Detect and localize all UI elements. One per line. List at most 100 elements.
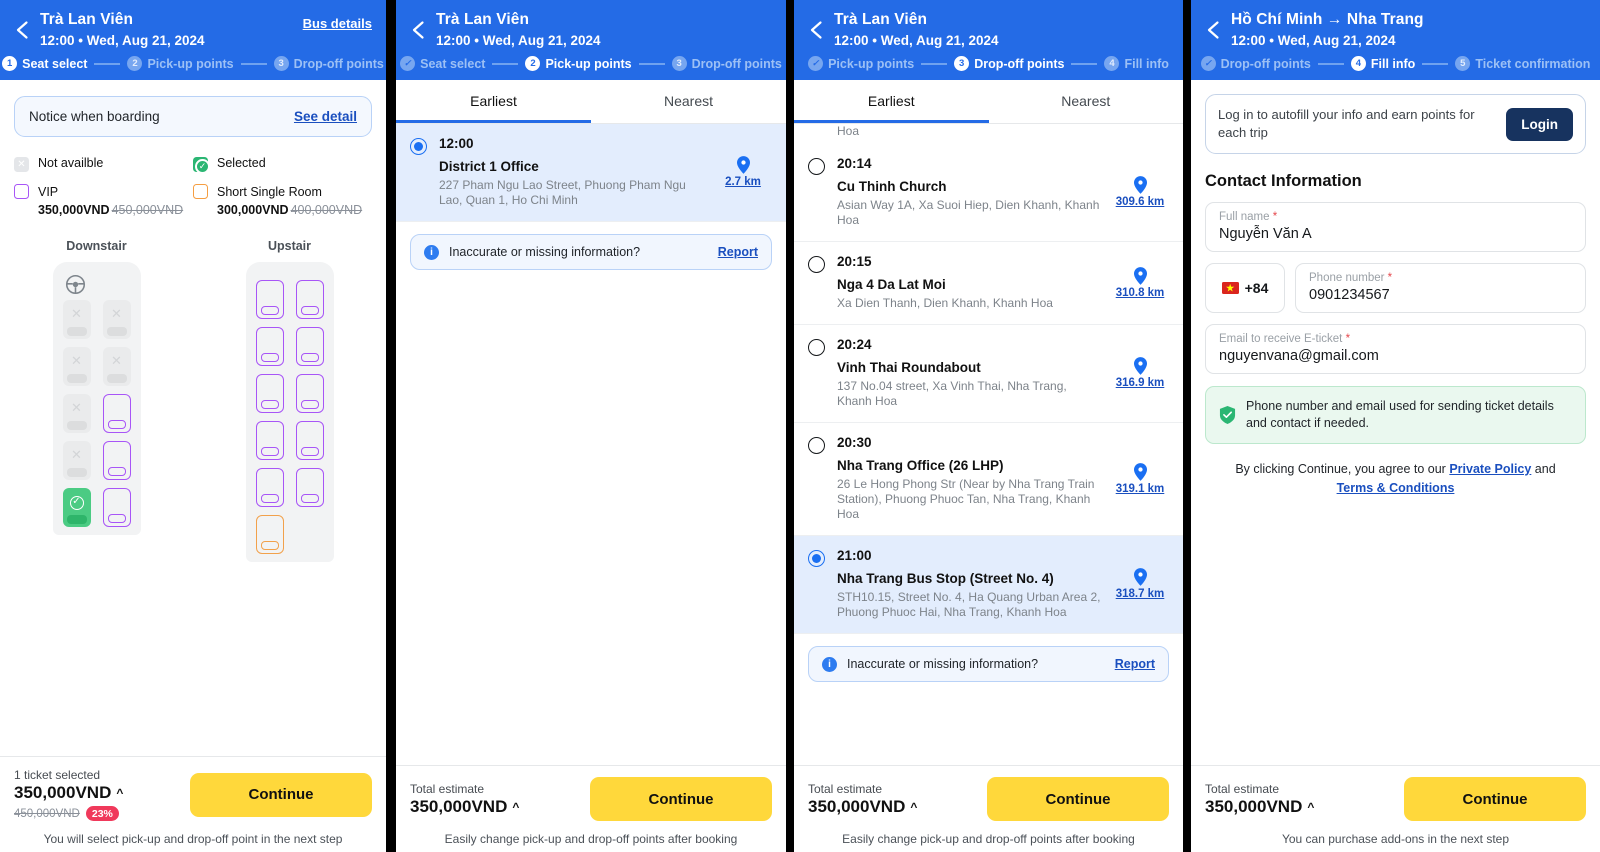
list-item[interactable]: 21:00 Nha Trang Bus Stop (Street No. 4) … (794, 536, 1183, 634)
list-item[interactable]: 20:24 Vinh Thai Roundabout 137 No.04 str… (794, 325, 1183, 423)
continue-button[interactable]: Continue (1404, 777, 1586, 821)
required-marker: * (1387, 272, 1393, 284)
country-code-select[interactable]: +84 (1205, 263, 1285, 313)
step-pickup-points[interactable]: ✓ Pick-up points (808, 56, 914, 71)
seat[interactable] (255, 468, 284, 507)
radio-icon[interactable] (808, 437, 825, 454)
seat[interactable] (102, 394, 131, 433)
report-link[interactable]: Report (718, 245, 758, 259)
page-title: Trà Lan Viên (436, 11, 530, 28)
point-distance[interactable]: 318.7 km (1111, 568, 1169, 600)
seat[interactable] (255, 280, 284, 319)
seat[interactable] (295, 421, 324, 460)
continue-button[interactable]: Continue (987, 777, 1169, 821)
price-summary[interactable]: Total estimate 350,000VND ^ (808, 782, 917, 817)
step-seat-select[interactable]: 1 Seat select (2, 56, 87, 71)
see-detail-link[interactable]: See detail (294, 109, 357, 124)
step-fill-info[interactable]: 4 Fill info (1104, 56, 1169, 71)
continue-button[interactable]: Continue (590, 777, 772, 821)
map-pin-icon (736, 156, 750, 174)
bus-details-link[interactable]: Bus details (303, 16, 372, 31)
chevron-up-icon[interactable]: ^ (512, 800, 519, 814)
report-link[interactable]: Report (1115, 657, 1155, 671)
seat[interactable] (62, 441, 91, 480)
step-fill-info[interactable]: 4 Fill info (1350, 56, 1415, 71)
seat[interactable] (295, 327, 324, 366)
point-distance[interactable]: 2.7 km (714, 156, 772, 188)
vip-seat-icon (14, 184, 29, 199)
step-dropoff-points[interactable]: 3 Drop-off points (273, 56, 384, 71)
step-dropoff-points[interactable]: ✓ Drop-off points (1200, 56, 1311, 71)
step-pickup-points[interactable]: 2 Pick-up points (127, 56, 234, 71)
panel1-body: Notice when boarding See detail Not avai… (0, 80, 386, 756)
seat[interactable] (62, 394, 91, 433)
radio-icon[interactable] (808, 256, 825, 273)
email-value: nguyenvana@gmail.com (1219, 348, 1379, 364)
list-item[interactable]: 20:30 Nha Trang Office (26 LHP) 26 Le Ho… (794, 423, 1183, 536)
radio-selected-icon[interactable] (410, 138, 427, 155)
seat[interactable] (255, 327, 284, 366)
full-name-value: Nguyễn Văn A (1219, 226, 1312, 242)
phone-number-field[interactable]: Phone number * 0901234567 (1295, 263, 1586, 313)
seat[interactable] (102, 347, 131, 386)
radio-icon[interactable] (808, 158, 825, 175)
login-button[interactable]: Login (1506, 107, 1573, 141)
tab-nearest[interactable]: Nearest (591, 80, 786, 123)
list-item[interactable]: 12:00 District 1 Office 227 Pham Ngu Lao… (396, 124, 786, 222)
seat[interactable] (102, 488, 131, 527)
step-pickup-points[interactable]: 2 Pick-up points (525, 56, 632, 71)
tab-nearest[interactable]: Nearest (989, 80, 1184, 123)
step-ticket-confirmation[interactable]: 5 Ticket confirmation (1455, 56, 1590, 71)
deck-upstair: Upstair (193, 239, 386, 562)
point-distance[interactable]: 319.1 km (1111, 462, 1169, 495)
back-arrow-icon[interactable] (406, 17, 432, 43)
seat[interactable] (62, 347, 91, 386)
phone-row: +84 Phone number * 0901234567 (1205, 263, 1586, 313)
point-distance[interactable]: 316.9 km (1111, 357, 1169, 389)
price-summary[interactable]: 1 ticket selected 350,000VND ^ 450,000VN… (14, 768, 123, 821)
report-text: Inaccurate or missing information? (449, 245, 641, 259)
step-label: Drop-off points (293, 56, 384, 71)
chevron-up-icon[interactable]: ^ (116, 786, 123, 800)
seat[interactable] (295, 374, 324, 413)
list-item[interactable]: 20:14 Cu Thinh Church Asian Way 1A, Xa S… (794, 144, 1183, 242)
back-arrow-icon[interactable] (804, 17, 830, 43)
step-indicator: ✓ Drop-off points 4 Fill info 5 Ticket c… (1191, 56, 1600, 71)
seat[interactable] (102, 441, 131, 480)
chevron-up-icon[interactable]: ^ (910, 800, 917, 814)
price-summary[interactable]: Total estimate 350,000VND ^ (410, 782, 519, 817)
tab-earliest[interactable]: Earliest (396, 80, 591, 123)
seat[interactable] (255, 374, 284, 413)
seat[interactable] (62, 300, 91, 339)
private-policy-link[interactable]: Private Policy (1449, 462, 1531, 476)
total-estimate-label: Total estimate (410, 781, 485, 796)
chevron-up-icon[interactable]: ^ (1307, 800, 1314, 814)
seat[interactable] (102, 300, 131, 339)
step-number: 4 (1104, 56, 1120, 71)
seat[interactable] (295, 280, 324, 319)
continue-button[interactable]: Continue (190, 772, 372, 817)
step-label: Pick-up points (147, 56, 234, 71)
point-name: Cu Thinh Church (837, 179, 947, 194)
tab-earliest[interactable]: Earliest (794, 80, 989, 123)
back-arrow-icon[interactable] (1201, 17, 1227, 43)
seat[interactable] (295, 468, 324, 507)
seat[interactable] (255, 515, 284, 554)
info-icon: i (822, 656, 837, 672)
back-arrow-icon[interactable] (10, 17, 36, 43)
seat[interactable] (255, 421, 284, 460)
point-distance[interactable]: 310.8 km (1111, 266, 1169, 299)
radio-selected-icon[interactable] (808, 550, 825, 567)
list-item[interactable]: 20:15 Nga 4 Da Lat Moi Xa Dien Thanh, Di… (794, 242, 1183, 325)
full-name-field[interactable]: Full name * Nguyễn Văn A (1205, 202, 1586, 252)
radio-icon[interactable] (808, 339, 825, 356)
point-distance[interactable]: 309.6 km (1111, 176, 1169, 208)
step-seat-select[interactable]: ✓ Seat select (400, 56, 485, 71)
step-dropoff-points[interactable]: 3 Drop-off points (671, 56, 782, 71)
terms-conditions-link[interactable]: Terms & Conditions (1337, 481, 1455, 495)
seat-selected[interactable] (62, 488, 91, 527)
email-field[interactable]: Email to receive E-ticket * nguyenvana@g… (1205, 324, 1586, 374)
price-summary[interactable]: Total estimate 350,000VND ^ (1205, 782, 1314, 817)
legend-old-price: 400,000VND (290, 203, 363, 217)
step-dropoff-points[interactable]: 3 Drop-off points (954, 56, 1064, 71)
